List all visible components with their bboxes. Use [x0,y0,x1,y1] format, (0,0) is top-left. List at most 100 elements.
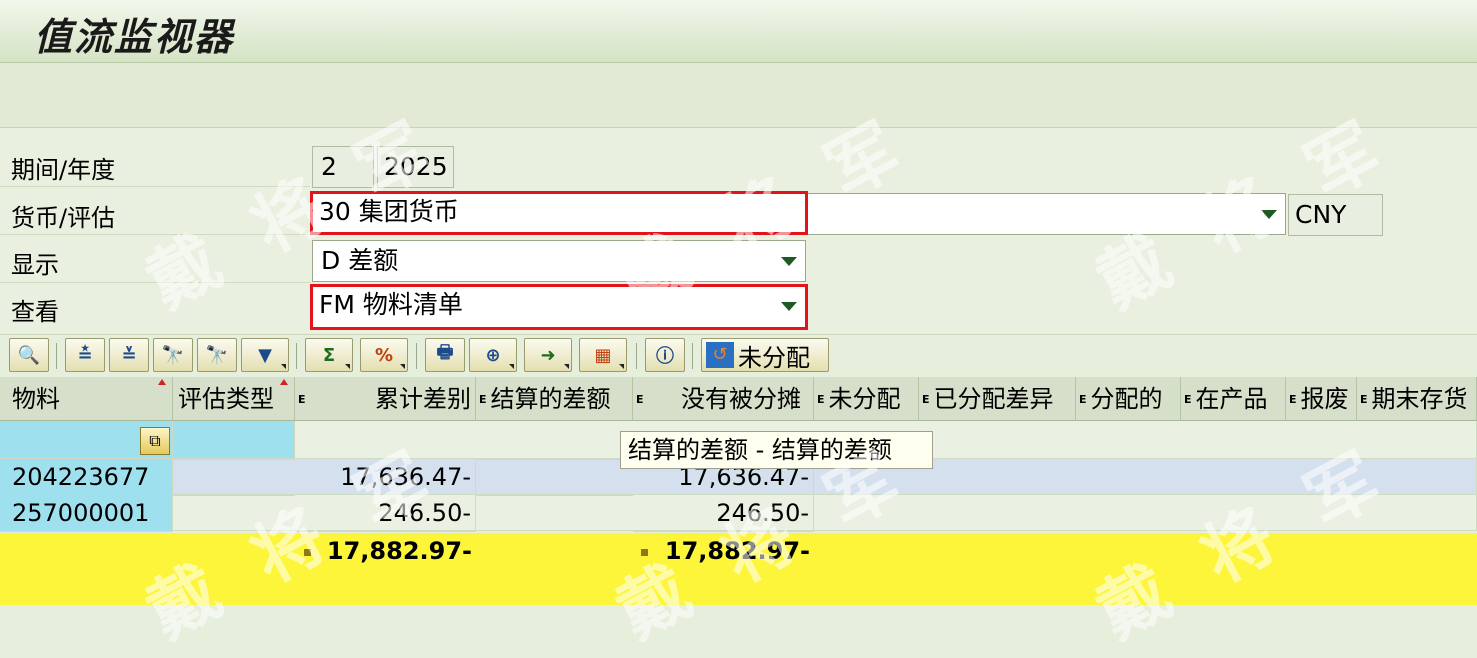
unassigned-label: 未分配 [738,343,810,372]
divider [0,282,310,283]
sum-marker-icon: E [1079,393,1087,406]
column-header-label: 累计差别 [375,385,471,413]
column-header-scrap[interactable]: E 报废 [1286,377,1357,421]
sum-marker-icon: E [298,393,306,406]
column-header-valuation-type[interactable]: 评估类型 [173,377,295,421]
column-header-label: 物料 [12,385,60,413]
sort-ascending-icon[interactable]: ≛ [65,338,105,372]
total-marker-icon [304,549,311,556]
material-cell[interactable]: 204223677 [0,459,173,496]
settled-diff-cell[interactable] [476,495,633,496]
settled-diff-cell[interactable] [476,459,633,460]
totals-row: 17,882.97- 17,882.97- [0,533,1477,605]
layout-icon[interactable]: ▦ [579,338,627,372]
total-marker-icon [641,549,648,556]
value-flow-grid: 物料 评估类型 E 累计差别 E 结算的差额 E 没有被分摊 E 未分配 E 已分配差异 … [0,377,1477,615]
divider [692,343,693,369]
chevron-down-icon[interactable] [509,364,514,369]
unassigned-button[interactable]: ↺ 未分配 [701,338,829,372]
column-header-unassigned[interactable]: E 未分配 [814,377,919,421]
column-header-label: 报废 [1300,385,1349,413]
column-header-label: 分配的 [1090,385,1163,413]
find-icon[interactable]: 🔭 [153,338,193,372]
column-header-cumulative-diff[interactable]: E 累计差别 [295,377,476,421]
column-header-label: 评估类型 [178,385,274,413]
chevron-down-icon[interactable] [281,364,286,369]
cumulative-diff-cell[interactable]: 246.50- [295,495,476,532]
filter-icon[interactable]: ▼ [241,338,289,372]
not-allocated-cell[interactable]: 246.50- [633,495,814,532]
sort-indicator-icon [280,379,288,385]
print-icon[interactable]: 🖶 [425,338,465,372]
display-value: D 差额 [321,246,399,275]
sum-marker-icon: E [1184,393,1192,406]
chevron-down-icon[interactable] [400,364,405,369]
cumulative-diff-cell[interactable]: 17,636.47- [295,459,476,496]
chevron-down-icon[interactable] [619,364,624,369]
chevron-down-icon[interactable] [564,364,569,369]
column-tooltip: 结算的差额 - 结算的差额 [620,431,933,469]
views-icon[interactable]: ⊕ [469,338,517,372]
divider [0,234,310,235]
period-field[interactable]: 2 [312,146,374,188]
sum-icon[interactable]: Σ [305,338,353,372]
sort-indicator-icon [158,379,166,385]
grid-toolbar: 🔍 ≛ ≚ 🔭 🔭 ▼ Σ % 🖶 ⊕ ➜ ▦ ⓘ ↺ 未分配 [0,334,1477,377]
sum-marker-icon: E [479,393,487,406]
sum-marker-icon: E [922,393,930,406]
divider [416,343,417,369]
material-cell[interactable]: 257000001 [0,495,173,532]
chevron-down-icon[interactable] [345,364,350,369]
view-dropdown[interactable]: FM 物料清单 [310,284,808,330]
column-header-label: 没有被分摊 [681,385,801,413]
column-header-wip[interactable]: E 在产品 [1181,377,1286,421]
divider [296,343,297,369]
display-dropdown[interactable]: D 差额 [312,240,806,282]
selection-panel: 期间/年度 2 2025 货币/评估 30 集团货币 CNY 显示 D 差额 查… [0,128,1477,334]
title-bar: 值流监视器 [0,0,1477,63]
filter-cell[interactable] [173,421,295,459]
divider [56,343,57,369]
subtotals-icon[interactable]: % [360,338,408,372]
column-header-settled-diff[interactable]: E 结算的差额 [476,377,633,421]
column-header-label: 在产品 [1195,385,1268,413]
sort-descending-icon[interactable]: ≚ [109,338,149,372]
chevron-down-icon[interactable] [781,302,797,311]
divider [0,186,310,187]
find-next-icon[interactable]: 🔭 [197,338,237,372]
period-year-label: 期间/年度 [11,156,116,184]
total-cumulative-diff: 17,882.97- [326,537,472,565]
chevron-down-icon[interactable] [1261,210,1277,219]
info-icon[interactable]: ⓘ [645,338,685,372]
currency-code-field: CNY [1288,194,1383,236]
column-header-label: 结算的差额 [490,385,611,413]
sum-marker-icon: E [1289,393,1297,406]
column-header-allocated[interactable]: E 分配的 [1076,377,1181,421]
column-header-allocated-variance[interactable]: E 已分配差异 [919,377,1076,421]
column-header-label: 未分配 [828,385,901,413]
currency-valuation-label: 货币/评估 [11,204,116,232]
currency-valuation-value[interactable]: 30 集团货币 [310,191,808,235]
column-header-label: 已分配差异 [933,385,1054,413]
page-title: 值流监视器 [34,14,235,59]
year-field[interactable]: 2025 [377,146,454,188]
view-label: 查看 [11,298,59,326]
column-header-label: 期末存货 [1371,385,1468,413]
sum-marker-icon: E [1360,393,1368,406]
total-not-allocated: 17,882.97- [664,537,810,565]
column-header-not-allocated[interactable]: E 没有被分摊 [633,377,814,421]
divider [636,343,637,369]
zoom-detail-icon[interactable]: 🔍 [9,338,49,372]
export-icon[interactable]: ➜ [524,338,572,372]
column-header-material[interactable]: 物料 [0,377,173,421]
unassigned-icon: ↺ [706,342,734,368]
valuation-type-cell[interactable] [173,459,295,460]
chevron-down-icon[interactable] [781,257,797,266]
column-header-ending-inventory[interactable]: E 期末存货 [1357,377,1477,421]
sum-marker-icon: E [636,393,644,406]
application-toolbar [0,63,1477,128]
view-value: FM 物料清单 [319,290,463,319]
valuation-type-cell[interactable] [173,495,295,496]
sum-marker-icon: E [817,393,825,406]
expand-filter-icon[interactable]: ⧉ [140,427,170,455]
